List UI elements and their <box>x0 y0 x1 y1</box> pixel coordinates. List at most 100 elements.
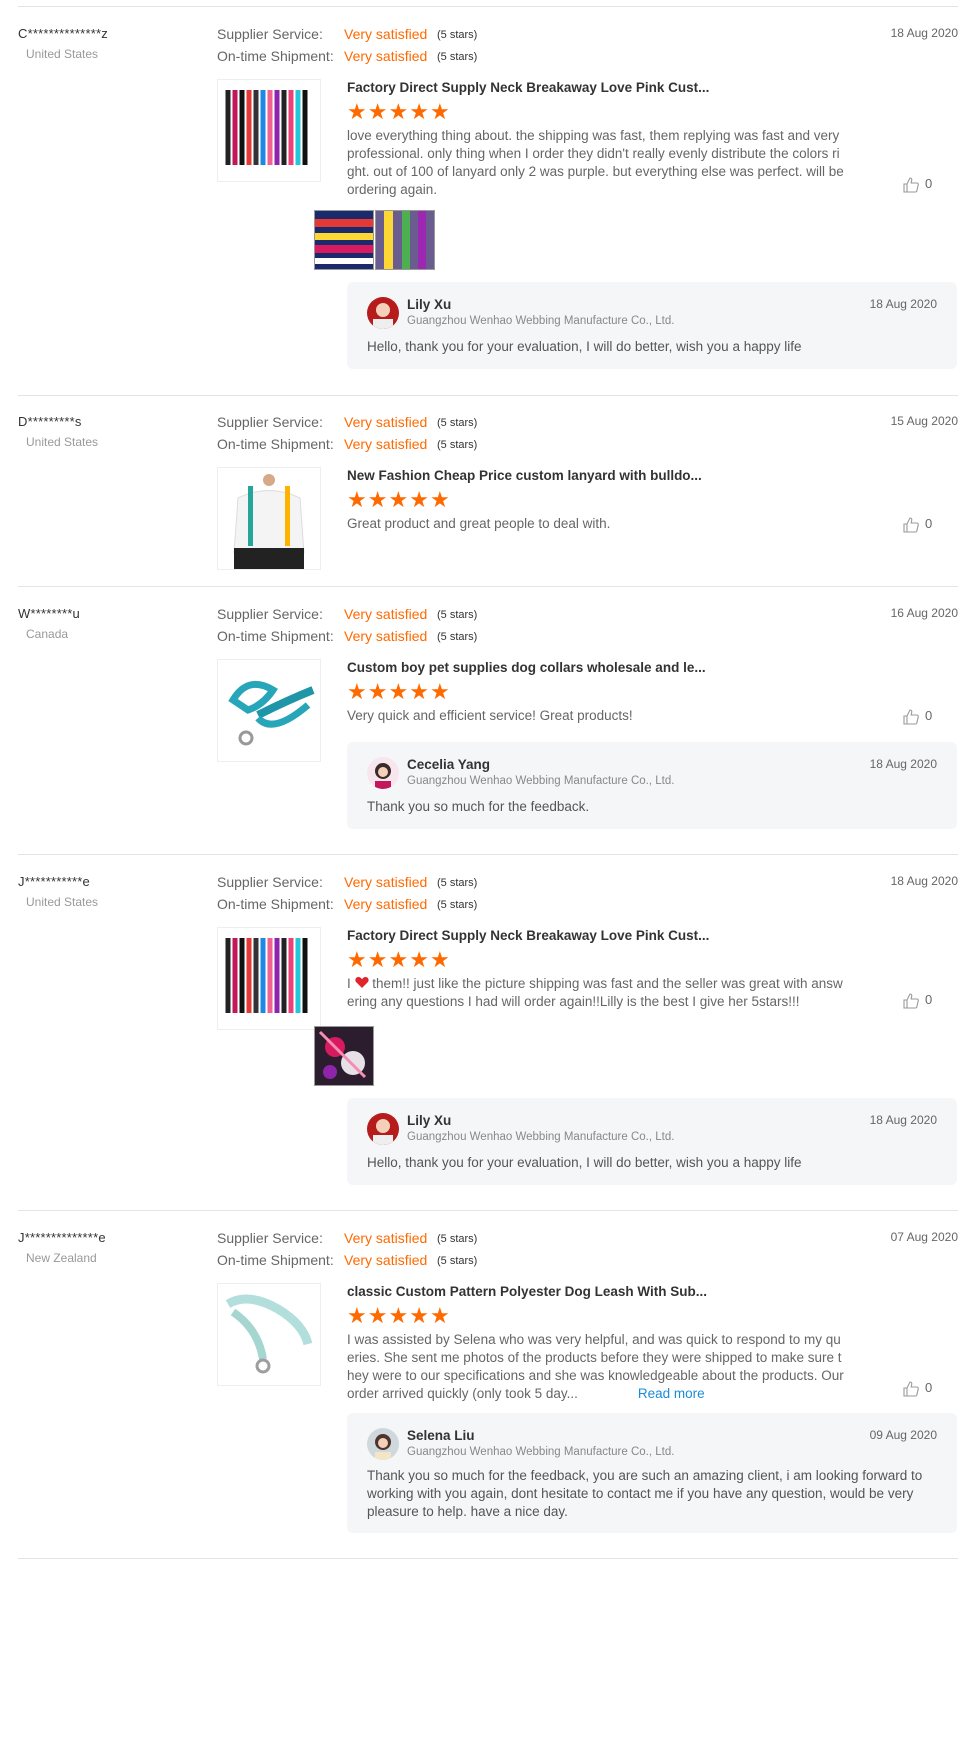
star-icon: ★ <box>409 99 430 124</box>
review-star-rating: ★★★★★ <box>347 681 451 703</box>
star-icon: ★ <box>409 947 430 972</box>
reviewer-name: D*********s <box>18 414 82 429</box>
review-item: J***********e United States Supplier Ser… <box>18 874 958 1186</box>
star-icon: ★ <box>429 679 451 704</box>
avatar <box>367 297 399 329</box>
read-more-link[interactable]: Read more <box>638 1386 705 1401</box>
like-button[interactable]: 0 <box>903 708 932 725</box>
star-icon: ★ <box>388 1303 410 1328</box>
star-icon: ★ <box>347 679 368 704</box>
review-star-rating: ★★★★★ <box>347 489 451 511</box>
reply-date: 18 Aug 2020 <box>869 757 937 771</box>
rating-value: Very satisfied <box>344 48 428 64</box>
like-button[interactable]: 0 <box>903 1380 932 1397</box>
review-text-body: I was assisted by Selena who was very he… <box>347 1332 844 1401</box>
review-item: J**************e New Zealand Supplier Se… <box>18 1230 958 1535</box>
like-count: 0 <box>925 1380 933 1395</box>
like-count: 0 <box>925 176 933 191</box>
review-text: Very quick and efficient service! Great … <box>347 708 633 723</box>
review-date: 18 Aug 2020 <box>890 874 958 888</box>
star-icon: ★ <box>367 679 389 704</box>
like-button[interactable]: 0 <box>903 516 932 533</box>
review-star-rating: ★★★★★ <box>347 1305 451 1327</box>
review-text: I was assisted by Selena who was very he… <box>347 1331 847 1403</box>
avatar <box>367 1113 399 1145</box>
reply-date: 18 Aug 2020 <box>869 1113 937 1127</box>
like-button[interactable]: 0 <box>903 992 932 1009</box>
reviewer-name: J**************e <box>18 1230 106 1245</box>
product-title[interactable]: Factory Direct Supply Neck Breakaway Lov… <box>347 80 709 95</box>
reply-date: 18 Aug 2020 <box>869 297 937 311</box>
product-title[interactable]: classic Custom Pattern Polyester Dog Lea… <box>347 1284 707 1299</box>
reviewer-country: United States <box>26 435 99 449</box>
thumbs-up-icon <box>903 993 919 1009</box>
rating-label: Supplier Service: <box>217 414 323 430</box>
thumbs-up-icon <box>903 1381 919 1397</box>
star-icon: ★ <box>388 487 410 512</box>
product-thumbnail[interactable] <box>217 467 321 570</box>
thumbs-up-icon <box>903 709 919 725</box>
rating-label: Supplier Service: <box>217 874 323 890</box>
review-text: Great product and great people to deal w… <box>347 516 611 531</box>
reply-text: Hello, thank you for your evaluation, I … <box>367 339 802 354</box>
reply-text: Thank you so much for the feedback, you … <box>367 1468 923 1519</box>
product-title[interactable]: Factory Direct Supply Neck Breakaway Lov… <box>347 928 709 943</box>
reviewer-country: Canada <box>26 627 69 641</box>
rating-label: On-time Shipment: <box>217 1252 334 1268</box>
product-thumbnail[interactable] <box>217 79 321 182</box>
star-icon: ★ <box>367 487 389 512</box>
rating-stars-text: (5 stars) <box>437 877 478 889</box>
reply-author: Cecelia Yang <box>407 757 491 772</box>
rating-value: Very satisfied <box>344 26 428 42</box>
reviewer-country: United States <box>26 895 99 909</box>
seller-reply: Cecelia Yang Guangzhou Wenhao Webbing Ma… <box>347 742 957 829</box>
seller-reply: Selena Liu Guangzhou Wenhao Webbing Manu… <box>347 1413 957 1533</box>
rating-value: Very satisfied <box>344 1252 428 1268</box>
rating-stars-text: (5 stars) <box>437 899 478 911</box>
review-date: 18 Aug 2020 <box>890 26 958 40</box>
avatar <box>367 757 399 789</box>
rating-stars-text: (5 stars) <box>437 51 478 63</box>
avatar <box>367 1428 399 1460</box>
rating-stars-text: (5 stars) <box>437 1255 478 1267</box>
star-icon: ★ <box>429 487 451 512</box>
seller-reply: Lily Xu Guangzhou Wenhao Webbing Manufac… <box>347 1098 957 1185</box>
rating-value: Very satisfied <box>344 628 428 644</box>
rating-stars-text: (5 stars) <box>437 609 478 621</box>
like-count: 0 <box>925 516 933 531</box>
reply-text: Thank you so much for the feedback. <box>367 799 590 814</box>
product-thumbnail[interactable] <box>217 659 321 762</box>
review-text: I them!! just like the picture shipping … <box>347 975 847 1011</box>
reply-company: Guangzhou Wenhao Webbing Manufacture Co.… <box>407 1446 675 1458</box>
product-title[interactable]: New Fashion Cheap Price custom lanyard w… <box>347 468 702 483</box>
rating-stars-text: (5 stars) <box>437 439 478 451</box>
rating-stars-text: (5 stars) <box>437 1233 478 1245</box>
review-star-rating: ★★★★★ <box>347 949 451 971</box>
reply-author: Lily Xu <box>407 297 452 312</box>
product-title[interactable]: Custom boy pet supplies dog collars whol… <box>347 660 706 675</box>
rating-label: Supplier Service: <box>217 1230 323 1246</box>
star-icon: ★ <box>429 947 451 972</box>
rating-value: Very satisfied <box>344 1230 428 1246</box>
divider <box>18 1210 958 1211</box>
rating-label: Supplier Service: <box>217 26 323 42</box>
reply-text: Hello, thank you for your evaluation, I … <box>367 1155 802 1170</box>
reply-date: 09 Aug 2020 <box>869 1428 937 1442</box>
star-icon: ★ <box>388 679 410 704</box>
rating-value: Very satisfied <box>344 436 428 452</box>
product-thumbnail[interactable] <box>217 1283 321 1386</box>
review-photo[interactable] <box>314 210 374 270</box>
reply-author: Lily Xu <box>407 1113 452 1128</box>
star-icon: ★ <box>347 487 368 512</box>
review-item: D*********s United States Supplier Servi… <box>18 414 958 570</box>
review-text-rest: them!! just like the picture shipping wa… <box>347 976 843 1009</box>
rating-value: Very satisfied <box>344 414 428 430</box>
like-count: 0 <box>925 708 933 723</box>
product-thumbnail[interactable] <box>217 927 321 1030</box>
review-photo[interactable] <box>375 210 435 270</box>
reply-company: Guangzhou Wenhao Webbing Manufacture Co.… <box>407 1131 675 1143</box>
like-button[interactable]: 0 <box>903 176 932 193</box>
review-photo[interactable] <box>314 1026 374 1086</box>
review-date: 07 Aug 2020 <box>890 1230 958 1244</box>
star-icon: ★ <box>429 1303 451 1328</box>
